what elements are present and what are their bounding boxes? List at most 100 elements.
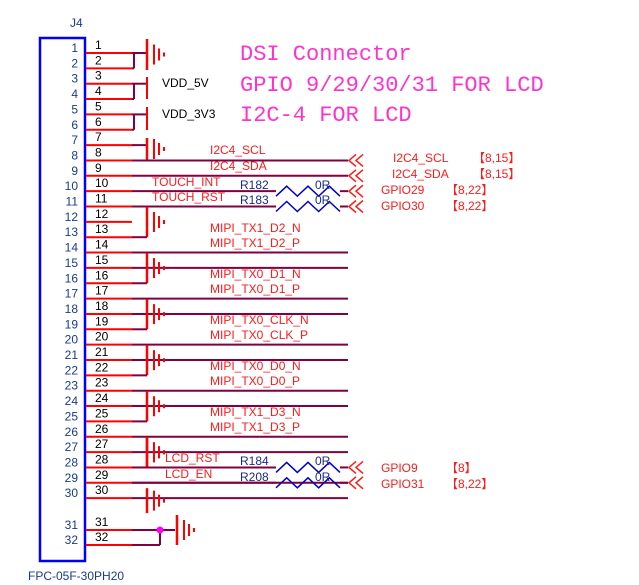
pin-number-inner: 2 [71,56,78,70]
pin-number-outer: 4 [95,84,102,98]
pin-number-outer: 9 [95,161,102,175]
net-label-mipi-tx0-d0-n: MIPI_TX0_D0_N [210,359,301,373]
pin-number-inner: 21 [65,348,79,362]
net-label-mipi-tx0-clk-p: MIPI_TX0_CLK_P [210,328,308,342]
pin-number-outer: 18 [95,299,109,313]
pin-number-outer: 10 [95,176,109,190]
pin-number-inner: 1 [71,41,78,55]
offpage-gpio30-pages: 【8,22】 [446,199,493,213]
pin-number-outer: 31 [95,515,109,529]
pin-number-inner: 3 [71,72,78,86]
pin-number-outer: 23 [95,376,109,390]
pin-number-inner: 18 [65,302,79,316]
pin-number-inner: 30 [65,486,79,500]
pin-number-outer: 27 [95,437,109,451]
title-i2c-for-lcd: I2C-4 FOR LCD [240,103,412,128]
pin-number-inner: 15 [65,256,79,270]
title-dsi-connector: DSI Connector [240,42,412,67]
net-label-lcd-rst: LCD_RST [165,451,220,465]
pin-number-outer: 12 [95,207,109,221]
offpage-connector-icon [354,476,364,490]
net-label-mipi-tx1-d2-p: MIPI_TX1_D2_P [210,236,300,250]
pin-number-inner: 32 [65,533,79,547]
pin-number-outer: 2 [95,53,102,67]
resistor-ref-r182: R182 [240,178,269,192]
offpage-gpio31-pages: 【8,22】 [446,477,493,491]
pin-number-outer: 8 [95,145,102,159]
junction-dot [156,526,164,534]
pin-number-inner: 4 [71,87,78,101]
pin-number-outer: 30 [95,483,109,497]
net-label-lcd-en: LCD_EN [165,467,212,481]
pin-number-outer: 11 [95,192,108,206]
connector-part-number: FPC-05F-30PH20 [28,569,124,583]
pin-number-outer: 19 [95,314,109,328]
offpage-gpio29: GPIO29 [381,183,425,197]
power-label-vdd-5v: VDD_5V [162,76,209,90]
resistor-ref-r183: R183 [240,193,269,207]
net-label-i2c4-scl: I2C4_SCL [210,143,266,157]
net-label-mipi-tx0-d0-p: MIPI_TX0_D0_P [210,374,300,388]
pin-number-inner: 27 [65,440,79,454]
pin-number-outer: 21 [95,345,109,359]
connector-designator: J4 [70,16,83,30]
net-label-touch-int: TOUCH_INT [152,175,221,189]
pin-number-outer: 24 [95,391,109,405]
pin-number-outer: 22 [95,360,109,374]
offpage-i2c4-sda: I2C4_SDA [392,167,449,181]
pin-number-inner: 14 [65,241,79,255]
pin-number-inner: 31 [65,518,79,532]
net-label-mipi-tx0-clk-n: MIPI_TX0_CLK_N [210,313,309,327]
pin-number-outer: 26 [95,422,109,436]
pin-number-inner: 25 [65,409,79,423]
resistor-ref-r184: R184 [240,454,269,468]
offpage-gpio9-pages: 【8】 [446,461,477,475]
resistor-value-r184: 0R [315,454,331,468]
net-label-mipi-tx0-d1-p: MIPI_TX0_D1_P [210,282,300,296]
offpage-connector-icon [354,460,364,475]
resistor-value-r208: 0R [315,470,331,484]
pin-number-inner: 22 [65,363,79,377]
pin-number-inner: 6 [71,118,78,132]
pin-number-inner: 23 [65,379,79,393]
pin-number-inner: 24 [65,394,79,408]
pin-number-inner: 17 [65,287,79,301]
net-label-mipi-tx1-d3-p: MIPI_TX1_D3_P [210,420,300,434]
pin-group: 1 12 23 34 45 56 67 78 89 910 1011 1112 1213 1314 1415… [65,38,132,547]
pin-number-inner: 16 [65,271,79,285]
pin-number-outer: 16 [95,268,109,282]
pin-number-inner: 5 [71,102,78,116]
schematic: J4 FPC-05F-30PH20 1 12 23 34 45 56 67 78 89 910 10… [28,16,544,583]
pin-number-outer: 20 [95,330,109,344]
pin-number-outer: 3 [95,69,102,83]
resistor-value-r182: 0R [315,178,331,192]
net-label-i2c4-sda: I2C4_SDA [210,159,267,173]
pin-number-outer: 28 [95,452,109,466]
offpage-gpio9: GPIO9 [381,461,418,475]
pin-number-inner: 11 [66,195,79,209]
offpage-gpio31: GPIO31 [381,477,425,491]
pin-number-outer: 1 [95,38,102,52]
pin-number-outer: 17 [95,284,109,298]
pin-number-inner: 29 [65,471,79,485]
resistor-r183 [275,200,341,213]
resistor-r184 [275,461,341,474]
resistor-value-r183: 0R [315,193,331,207]
pin-number-outer: 14 [95,238,109,252]
pin-number-outer: 13 [95,222,109,236]
power-label-vdd-3v3: VDD_3V3 [162,107,216,121]
pin-number-outer: 29 [95,468,109,482]
offpage-gpio30: GPIO30 [381,199,425,213]
offpage-i2c4-scl-pages: 【8,15】 [473,151,520,165]
pin-number-inner: 9 [71,164,78,178]
offpage-connector-icon [354,169,364,183]
pin-number-inner: 7 [71,133,78,147]
offpage-gpio29-pages: 【8,22】 [446,183,493,197]
pin-number-inner: 19 [65,317,79,331]
pin-number-inner: 28 [65,455,79,469]
pin-number-inner: 10 [65,179,79,193]
net-label-mipi-tx0-d1-n: MIPI_TX0_D1_N [210,267,301,281]
pin-number-outer: 25 [95,406,109,420]
pin-number-inner: 12 [65,210,79,224]
connector-body [38,36,87,563]
